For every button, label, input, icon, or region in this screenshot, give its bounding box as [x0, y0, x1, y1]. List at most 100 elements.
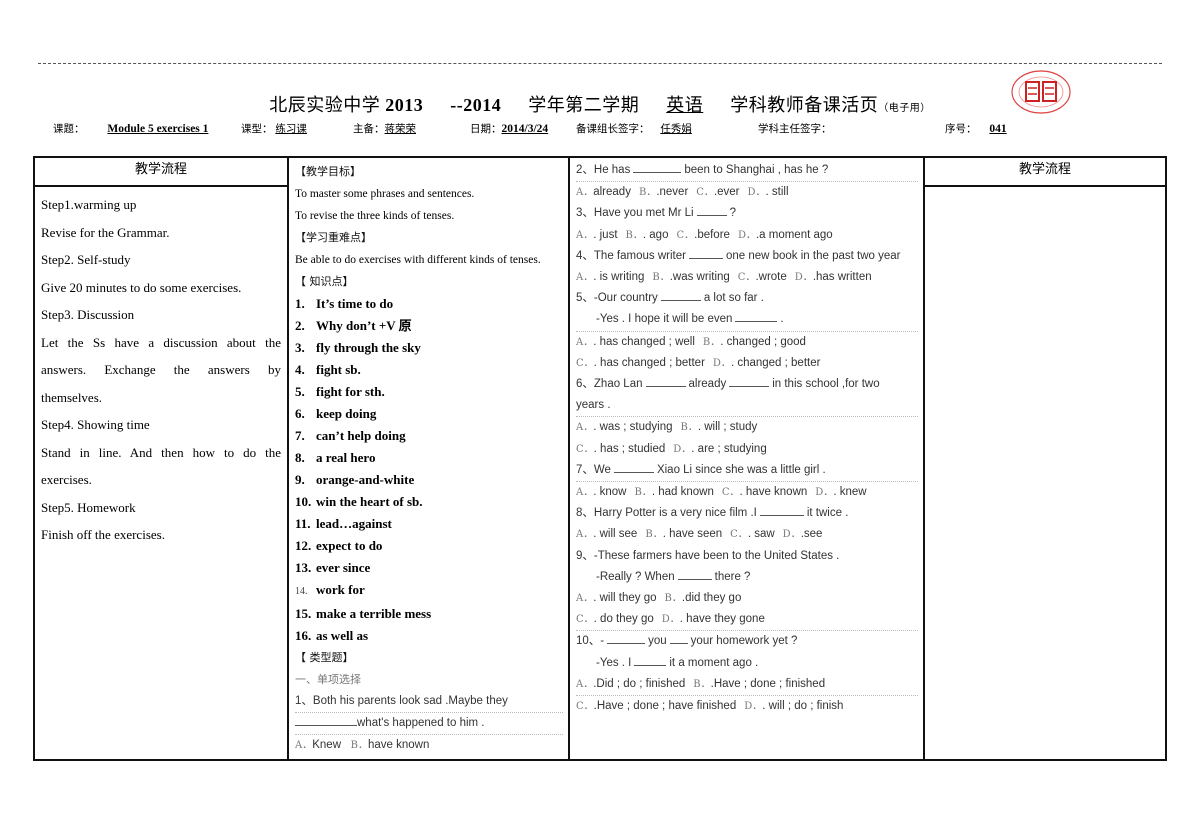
- exercises-column: 2、He has been to Shanghai , has he ? A．alr…: [570, 158, 925, 759]
- answer-blank[interactable]: [613, 462, 654, 473]
- question-5-reply: -Yes . I hope it will be even.: [576, 309, 918, 332]
- topic-value: Module 5 exercises 1: [107, 123, 209, 135]
- serial-value: 041: [989, 123, 1007, 135]
- knowledge-point: 15. make a terrible mess: [295, 606, 432, 621]
- question-1-line-1: 1、Both his parents look sad .Maybe they: [295, 691, 563, 713]
- question-4: 4、The famous writer one new book in the p…: [576, 248, 901, 262]
- knowledge-point: 11. lead…against: [295, 516, 392, 531]
- question-3: 3、Have you met Mr Li?: [576, 205, 737, 220]
- year-end: --2014: [450, 95, 502, 115]
- info-type: 课型： 练习课: [241, 123, 307, 135]
- column-header: 教学流程: [925, 158, 1165, 187]
- top-rule: [38, 63, 1162, 64]
- answer-blank[interactable]: [669, 633, 688, 645]
- knowledge-points-list: 1. It’s time to do 2. Why don’t +V 原 3. fly t…: [295, 293, 563, 647]
- knowledge-point: 4. fight sb.: [295, 362, 361, 377]
- answer-blank[interactable]: [677, 569, 712, 580]
- info-group-leader: 备课组长签字： 任秀娟: [576, 121, 718, 136]
- date-value: 2014/3/24: [501, 123, 549, 135]
- lead-value: 蒋荣荣: [384, 123, 417, 135]
- question-6: 6、Zhao Lan already in this school ,for two: [576, 376, 880, 391]
- step-line: Revise for the Grammar.: [41, 224, 170, 240]
- answer-blank[interactable]: [295, 715, 357, 726]
- question-5-options-ab: A．. has changed ; well B．. changed ; good: [576, 335, 806, 348]
- goal-item: To revise the three kinds of tenses.: [295, 210, 455, 222]
- knowledge-point: 10. win the heart of sb.: [295, 494, 423, 509]
- question-4-options: A．. is writing B．.was writing C．.wrote D．.h…: [576, 271, 872, 284]
- step-line: answers. Exchange the answers by: [41, 362, 281, 377]
- objectives-column: 【教学目标】 To master some phrases and senten…: [289, 158, 570, 759]
- info-serial: 序号： 041: [945, 121, 1025, 136]
- knowledge-point: 8. a real hero: [295, 450, 376, 465]
- answer-blank[interactable]: [607, 633, 646, 645]
- question-10: 10、- you your homework yet ?: [576, 633, 798, 648]
- question-9-options-cd: C．. do they go D．. have they gone: [576, 609, 918, 632]
- answer-blank[interactable]: [735, 311, 778, 323]
- question-1-line-2: what's happened to him .: [295, 713, 563, 735]
- knowledge-title: 【 知识点】: [295, 275, 354, 288]
- section-single-choice: 一、单项选择: [295, 673, 361, 686]
- page-note: （电子用）: [878, 103, 931, 114]
- answer-blank[interactable]: [688, 248, 723, 259]
- knowledge-point: 1. It’s time to do: [295, 296, 394, 311]
- answer-blank[interactable]: [634, 655, 667, 666]
- question-8: 8、Harry Potter is a very nice film .I it …: [576, 505, 849, 520]
- knowledge-point: 5. fight for sth.: [295, 384, 385, 399]
- knowledge-point: 12. expect to do: [295, 538, 383, 553]
- knowledge-point: 14. work for: [295, 582, 365, 597]
- school-seal-icon: [1011, 70, 1071, 114]
- step-line: Step5. Homework: [41, 499, 136, 515]
- answer-blank[interactable]: [633, 162, 682, 173]
- knowledge-point: 9. orange-and-white: [295, 472, 415, 487]
- page-title-text: 学科教师备课活页: [730, 95, 879, 115]
- step-line: Give 20 minutes to do some exercises.: [41, 279, 242, 295]
- info-topic: 课题： Module 5 exercises 1: [53, 123, 209, 135]
- term: 学年第二学期: [528, 95, 640, 115]
- question-8-options: A．. will see B．. have seen C．. saw D．.see: [576, 528, 823, 541]
- knowledge-point: 6. keep doing: [295, 406, 377, 421]
- answer-blank[interactable]: [660, 290, 701, 302]
- question-6-options-cd: C．. has ; studied D．. are ; studying: [576, 442, 767, 455]
- question-10-options-ab: A．.Did ; do ; finished B．.Have ; done ; f…: [576, 674, 918, 697]
- knowledge-point: 16. as well as: [295, 628, 368, 643]
- question-7: 7、We Xiao Li since she was a little girl …: [576, 460, 918, 483]
- step-line: exercises.: [41, 472, 92, 487]
- step-line: Step4. Showing time: [41, 417, 150, 432]
- step-line: Stand in line. And then how to do the: [41, 444, 281, 460]
- step-line: Step2. Self-study: [41, 252, 131, 267]
- question-10-options-cd: C．.Have ; done ; have finished D．. will ;…: [576, 700, 844, 713]
- teaching-steps: Step1.warming up Revise for the Grammar.…: [35, 187, 287, 549]
- step-line: Finish off the exercises.: [41, 527, 165, 542]
- question-9-options-ab: A．. will they go B．.did they go: [576, 592, 742, 605]
- goal-item: To master some phrases and sentences.: [295, 188, 475, 200]
- question-6-options-ab: A．. was ; studying B．. will ; study: [576, 421, 758, 434]
- answer-blank[interactable]: [729, 376, 770, 388]
- teaching-flow-column: 教学流程 Step1.warming up Revise for the Gra…: [35, 158, 289, 759]
- school-name: 北辰实验中学: [269, 95, 381, 115]
- type-value: 练习课: [275, 123, 307, 135]
- answer-blank[interactable]: [759, 505, 804, 517]
- question-5-options-cd: C．. has changed ; better D．. changed ; be…: [576, 356, 821, 369]
- info-director: 学科主任签字：: [758, 123, 832, 135]
- group-leader-value: 任秀娟: [660, 123, 692, 135]
- answer-blank[interactable]: [696, 205, 727, 217]
- question-2: 2、He has been to Shanghai , has he ?: [576, 160, 918, 183]
- lesson-table: 教学流程 Step1.warming up Revise for the Gra…: [33, 156, 1167, 761]
- question-9: 9、-These farmers have been to the United…: [576, 549, 840, 562]
- question-2-options: A．already B．.never C．.ever D．. still: [576, 186, 789, 199]
- info-date: 日期：2014/3/24: [470, 123, 549, 135]
- answer-blank[interactable]: [645, 376, 686, 388]
- exercise-types-title: 【 类型题】: [295, 651, 354, 664]
- key-points-title: 【学习重难点】: [295, 231, 372, 244]
- question-3-options: A．. just B．. ago C．.before D．.a moment ago: [576, 228, 833, 241]
- info-lead: 主备：蒋荣荣: [353, 123, 417, 135]
- goals-title: 【教学目标】: [295, 165, 361, 178]
- question-9-reply: -Really ? When there ?: [596, 569, 751, 583]
- step-line: themselves.: [41, 389, 103, 405]
- subject: 英语: [666, 95, 704, 115]
- question-7-options: A．. know B．. had known C．. have known D．. k…: [576, 486, 867, 499]
- knowledge-point: 13. ever since: [295, 560, 371, 575]
- question-5: 5、-Our country a lot so far .: [576, 290, 764, 305]
- question-1-options: A．Knew B．have known: [295, 739, 430, 751]
- questions-list: 2、He has been to Shanghai , has he ? A．alr…: [570, 158, 923, 717]
